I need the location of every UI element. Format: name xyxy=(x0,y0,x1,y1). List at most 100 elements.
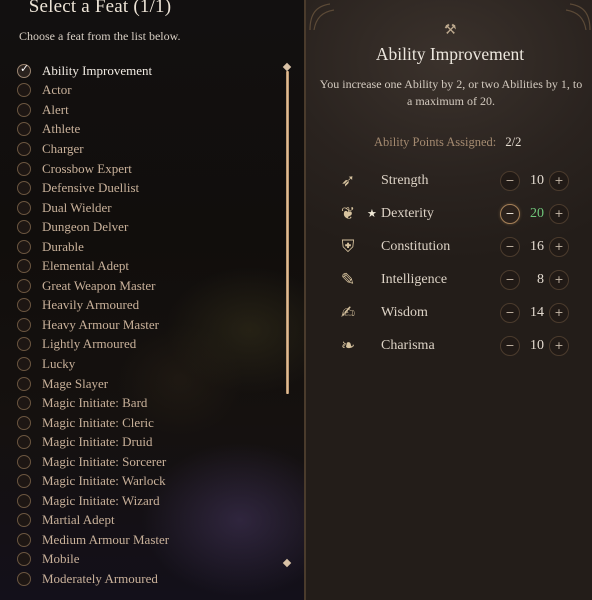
feat-item[interactable]: Moderately Armoured xyxy=(17,569,277,589)
feat-label: Magic Initiate: Druid xyxy=(42,434,153,450)
feat-label: Magic Initiate: Warlock xyxy=(42,473,166,489)
radio-unchecked-icon[interactable] xyxy=(17,200,31,215)
scroll-down-cap-icon[interactable] xyxy=(282,558,292,568)
ability-name: Dexterity xyxy=(381,205,434,221)
radio-unchecked-icon[interactable] xyxy=(17,259,31,274)
feat-item[interactable]: Lucky xyxy=(17,354,277,374)
feat-item[interactable]: Magic Initiate: Druid xyxy=(17,432,277,452)
radio-unchecked-icon[interactable] xyxy=(17,181,31,196)
minus-icon: − xyxy=(505,339,515,352)
feat-item[interactable]: Durable xyxy=(17,237,277,257)
radio-unchecked-icon[interactable] xyxy=(17,337,31,352)
feat-label: Elemental Adept xyxy=(42,258,130,274)
feat-item[interactable]: Mobile xyxy=(17,550,277,570)
feat-item[interactable]: Martial Adept xyxy=(17,511,277,531)
radio-unchecked-icon[interactable] xyxy=(17,435,31,450)
increase-charisma-button[interactable]: + xyxy=(549,335,569,356)
radio-unchecked-icon[interactable] xyxy=(17,513,31,528)
plus-icon: + xyxy=(554,273,564,286)
corner-ornament-icon xyxy=(565,3,591,30)
feat-item[interactable]: Dual Wielder xyxy=(17,198,277,218)
increase-wisdom-button[interactable]: + xyxy=(549,302,569,323)
minus-icon: − xyxy=(505,174,515,187)
decrease-wisdom-button[interactable]: − xyxy=(500,302,520,323)
minus-icon: − xyxy=(505,306,515,319)
decrease-constitution-button[interactable]: − xyxy=(500,236,520,257)
radio-unchecked-icon[interactable] xyxy=(17,356,31,371)
intelligence-icon: ✎ xyxy=(340,269,356,290)
feat-label: Defensive Duellist xyxy=(42,180,140,196)
minus-icon: − xyxy=(505,240,515,253)
feat-item[interactable]: Magic Initiate: Wizard xyxy=(17,491,277,511)
feat-item[interactable]: Alert xyxy=(17,100,277,120)
ability-value: 10 xyxy=(530,337,544,353)
feat-item[interactable]: Medium Armour Master xyxy=(17,530,277,550)
radio-unchecked-icon[interactable] xyxy=(17,532,31,547)
radio-unchecked-icon[interactable] xyxy=(17,102,31,117)
scroll-up-cap-icon[interactable] xyxy=(282,62,292,72)
radio-unchecked-icon[interactable] xyxy=(17,83,31,98)
radio-unchecked-icon[interactable] xyxy=(17,493,31,508)
increase-dexterity-button[interactable]: + xyxy=(549,203,569,224)
corner-ornament-icon xyxy=(309,3,335,30)
scrollbar[interactable] xyxy=(282,62,292,568)
decrease-dexterity-button[interactable]: − xyxy=(500,203,520,224)
feat-item[interactable]: Heavily Armoured xyxy=(17,296,277,316)
feat-label: Dual Wielder xyxy=(42,199,112,215)
scrollbar-thumb[interactable] xyxy=(286,71,289,394)
radio-unchecked-icon[interactable] xyxy=(17,396,31,411)
increase-strength-button[interactable]: + xyxy=(549,170,569,191)
feat-label: Athlete xyxy=(42,121,81,137)
feat-item[interactable]: Athlete xyxy=(17,120,277,140)
feat-item[interactable]: Mage Slayer xyxy=(17,374,277,394)
decrease-charisma-button[interactable]: − xyxy=(500,335,520,356)
feat-item[interactable]: Actor xyxy=(17,81,277,101)
ability-row-wisdom: ✍ Wisdom − 14 + xyxy=(306,296,592,329)
radio-unchecked-icon[interactable] xyxy=(17,220,31,235)
radio-unchecked-icon[interactable] xyxy=(17,474,31,489)
increase-intelligence-button[interactable]: + xyxy=(549,269,569,290)
radio-unchecked-icon[interactable] xyxy=(17,141,31,156)
radio-unchecked-icon[interactable] xyxy=(17,239,31,254)
ability-value: 14 xyxy=(530,304,544,320)
feat-item[interactable]: Defensive Duellist xyxy=(17,178,277,198)
increase-constitution-button[interactable]: + xyxy=(549,236,569,257)
feat-item[interactable]: Ability Improvement xyxy=(17,61,277,81)
radio-unchecked-icon[interactable] xyxy=(17,298,31,313)
feat-item[interactable]: Dungeon Delver xyxy=(17,217,277,237)
radio-unchecked-icon[interactable] xyxy=(17,571,31,586)
ability-value: 8 xyxy=(537,271,544,287)
radio-unchecked-icon[interactable] xyxy=(17,161,31,176)
strength-icon: ➶ xyxy=(340,170,356,191)
radio-unchecked-icon[interactable] xyxy=(17,454,31,469)
feat-item[interactable]: Lightly Armoured xyxy=(17,335,277,355)
feat-label: Mobile xyxy=(42,551,80,567)
feat-label: Magic Initiate: Cleric xyxy=(42,414,154,430)
decrease-strength-button[interactable]: − xyxy=(500,170,520,191)
feat-item[interactable]: Magic Initiate: Sorcerer xyxy=(17,452,277,472)
feat-item[interactable]: Heavy Armour Master xyxy=(17,315,277,335)
feat-item[interactable]: Magic Initiate: Bard xyxy=(17,393,277,413)
radio-unchecked-icon[interactable] xyxy=(17,317,31,332)
feat-label: Dungeon Delver xyxy=(42,219,129,235)
feat-item[interactable]: Great Weapon Master xyxy=(17,276,277,296)
radio-unchecked-icon[interactable] xyxy=(17,122,31,137)
radio-unchecked-icon[interactable] xyxy=(17,552,31,567)
feat-item[interactable]: Crossbow Expert xyxy=(17,159,277,179)
radio-unchecked-icon[interactable] xyxy=(17,415,31,430)
ability-row-strength: ➶ Strength − 10 + xyxy=(306,164,592,197)
radio-checked-icon[interactable] xyxy=(17,62,31,78)
feat-description: You increase one Ability by 2, or two Ab… xyxy=(319,77,583,108)
dexterity-icon: ❦ xyxy=(340,203,356,224)
decrease-intelligence-button[interactable]: − xyxy=(500,269,520,290)
feat-item[interactable]: Magic Initiate: Warlock xyxy=(17,471,277,491)
feat-label: Charger xyxy=(42,140,84,156)
feat-detail-panel: ⚒ Ability Improvement You increase one A… xyxy=(304,0,592,600)
radio-unchecked-icon[interactable] xyxy=(17,376,31,391)
radio-unchecked-icon[interactable] xyxy=(17,278,31,293)
feat-selection-panel: Select a Feat (1/1) Choose a feat from t… xyxy=(0,0,304,600)
feat-label: Magic Initiate: Bard xyxy=(42,395,148,411)
feat-item[interactable]: Charger xyxy=(17,139,277,159)
feat-item[interactable]: Magic Initiate: Cleric xyxy=(17,413,277,433)
feat-item[interactable]: Elemental Adept xyxy=(17,256,277,276)
